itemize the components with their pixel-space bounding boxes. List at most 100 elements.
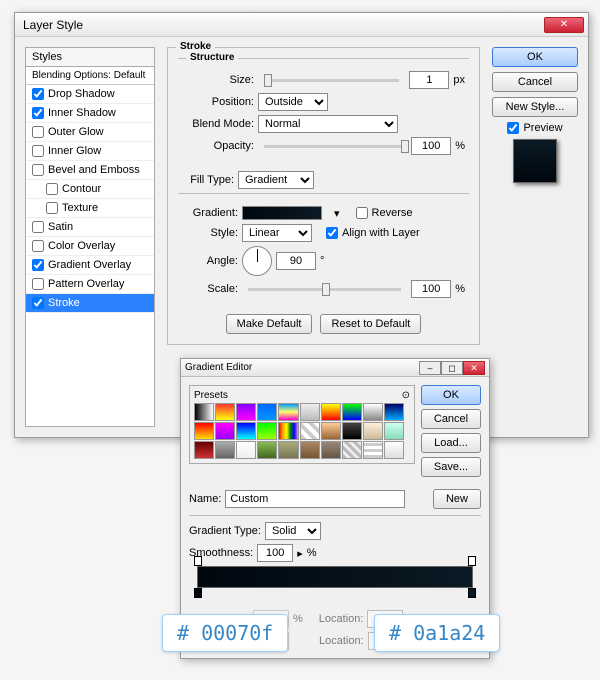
preset-swatch[interactable] — [342, 422, 362, 440]
style-item-inner-glow[interactable]: Inner Glow — [26, 142, 154, 161]
gradient-bar[interactable] — [197, 566, 473, 588]
grad-save-button[interactable]: Save... — [421, 457, 481, 477]
preset-swatch[interactable] — [194, 422, 214, 440]
preset-swatch[interactable] — [300, 441, 320, 459]
preset-swatch[interactable] — [194, 403, 214, 421]
style-item-inner-shadow[interactable]: Inner Shadow — [26, 104, 154, 123]
preset-swatch[interactable] — [321, 441, 341, 459]
grad-type-select[interactable]: Solid — [265, 522, 321, 540]
preset-swatch[interactable] — [236, 403, 256, 421]
gradient-swatch[interactable] — [242, 206, 322, 220]
style-label: Color Overlay — [48, 240, 115, 252]
cancel-button[interactable]: Cancel — [492, 72, 578, 92]
preset-swatch[interactable] — [257, 403, 277, 421]
style-checkbox[interactable] — [32, 240, 44, 252]
position-select[interactable]: Outside — [258, 93, 328, 111]
style-item-texture[interactable]: Texture — [26, 199, 154, 218]
style-label: Inner Glow — [48, 145, 101, 157]
gradient-dropdown-icon[interactable]: ▾ — [334, 207, 340, 220]
preset-swatch[interactable] — [321, 403, 341, 421]
style-item-contour[interactable]: Contour — [26, 180, 154, 199]
reverse-checkbox[interactable] — [356, 207, 368, 219]
style-item-bevel-and-emboss[interactable]: Bevel and Emboss — [26, 161, 154, 180]
presets-grid[interactable] — [194, 403, 404, 459]
preset-swatch[interactable] — [342, 441, 362, 459]
style-item-color-overlay[interactable]: Color Overlay — [26, 237, 154, 256]
preset-swatch[interactable] — [236, 441, 256, 459]
style-checkbox[interactable] — [32, 107, 44, 119]
fill-type-select[interactable]: Gradient — [238, 171, 314, 189]
opacity-stop-left[interactable] — [194, 556, 202, 566]
preset-swatch[interactable] — [363, 422, 383, 440]
align-checkbox[interactable] — [326, 227, 338, 239]
style-checkbox[interactable] — [32, 145, 44, 157]
preview-checkbox[interactable] — [507, 122, 519, 134]
opacity-slider[interactable] — [264, 145, 401, 148]
preset-swatch[interactable] — [300, 403, 320, 421]
preset-swatch[interactable] — [236, 422, 256, 440]
grad-new-button[interactable]: New — [433, 489, 481, 509]
style-item-gradient-overlay[interactable]: Gradient Overlay — [26, 256, 154, 275]
style-checkbox[interactable] — [32, 88, 44, 100]
size-input[interactable] — [409, 71, 449, 89]
style-item-outer-glow[interactable]: Outer Glow — [26, 123, 154, 142]
style-item-drop-shadow[interactable]: Drop Shadow — [26, 85, 154, 104]
grad-load-button[interactable]: Load... — [421, 433, 481, 453]
style-checkbox[interactable] — [32, 126, 44, 138]
grad-ok-button[interactable]: OK — [421, 385, 481, 405]
preset-swatch[interactable] — [215, 441, 235, 459]
style-checkbox[interactable] — [46, 202, 58, 214]
preset-swatch[interactable] — [342, 403, 362, 421]
preset-swatch[interactable] — [278, 422, 298, 440]
style-item-stroke[interactable]: Stroke — [26, 294, 154, 313]
ok-button[interactable]: OK — [492, 47, 578, 67]
style-item-satin[interactable]: Satin — [26, 218, 154, 237]
style-checkbox[interactable] — [46, 183, 58, 195]
blend-mode-select[interactable]: Normal — [258, 115, 398, 133]
opacity-stop-right[interactable] — [468, 556, 476, 566]
preset-swatch[interactable] — [257, 422, 277, 440]
stroke-legend: Stroke — [176, 41, 215, 52]
preset-swatch[interactable] — [300, 422, 320, 440]
style-item-pattern-overlay[interactable]: Pattern Overlay — [26, 275, 154, 294]
style-checkbox[interactable] — [32, 297, 44, 309]
preset-swatch[interactable] — [363, 403, 383, 421]
preset-swatch[interactable] — [215, 403, 235, 421]
grad-close-button[interactable]: ✕ — [463, 361, 485, 375]
presets-menu-icon[interactable]: ⊙ — [402, 390, 410, 401]
scale-slider[interactable] — [248, 288, 401, 291]
maximize-button[interactable]: ◻ — [441, 361, 463, 375]
preset-swatch[interactable] — [384, 422, 404, 440]
grad-cancel-button[interactable]: Cancel — [421, 409, 481, 429]
reset-default-button[interactable]: Reset to Default — [320, 314, 421, 334]
size-slider[interactable] — [264, 79, 399, 82]
angle-input[interactable] — [276, 252, 316, 270]
opacity-input[interactable] — [411, 137, 451, 155]
angle-wheel[interactable] — [242, 246, 272, 276]
smoothness-input[interactable] — [257, 544, 293, 562]
color-stop-left[interactable] — [194, 588, 202, 598]
style-checkbox[interactable] — [32, 164, 44, 176]
style-checkbox[interactable] — [32, 221, 44, 233]
grad-name-input[interactable] — [225, 490, 405, 508]
preset-swatch[interactable] — [321, 422, 341, 440]
style-checkbox[interactable] — [32, 278, 44, 290]
new-style-button[interactable]: New Style... — [492, 97, 578, 117]
preset-swatch[interactable] — [194, 441, 214, 459]
style-label: Pattern Overlay — [48, 278, 124, 290]
close-button[interactable]: ✕ — [544, 17, 584, 33]
make-default-button[interactable]: Make Default — [226, 314, 313, 334]
blending-options[interactable]: Blending Options: Default — [26, 67, 154, 85]
preset-swatch[interactable] — [257, 441, 277, 459]
preset-swatch[interactable] — [384, 403, 404, 421]
color-stop-right[interactable] — [468, 588, 476, 598]
preset-swatch[interactable] — [278, 403, 298, 421]
preset-swatch[interactable] — [278, 441, 298, 459]
preset-swatch[interactable] — [363, 441, 383, 459]
preset-swatch[interactable] — [384, 441, 404, 459]
scale-input[interactable] — [411, 280, 451, 298]
style-select[interactable]: Linear — [242, 224, 312, 242]
preset-swatch[interactable] — [215, 422, 235, 440]
style-checkbox[interactable] — [32, 259, 44, 271]
minimize-button[interactable]: – — [419, 361, 441, 375]
